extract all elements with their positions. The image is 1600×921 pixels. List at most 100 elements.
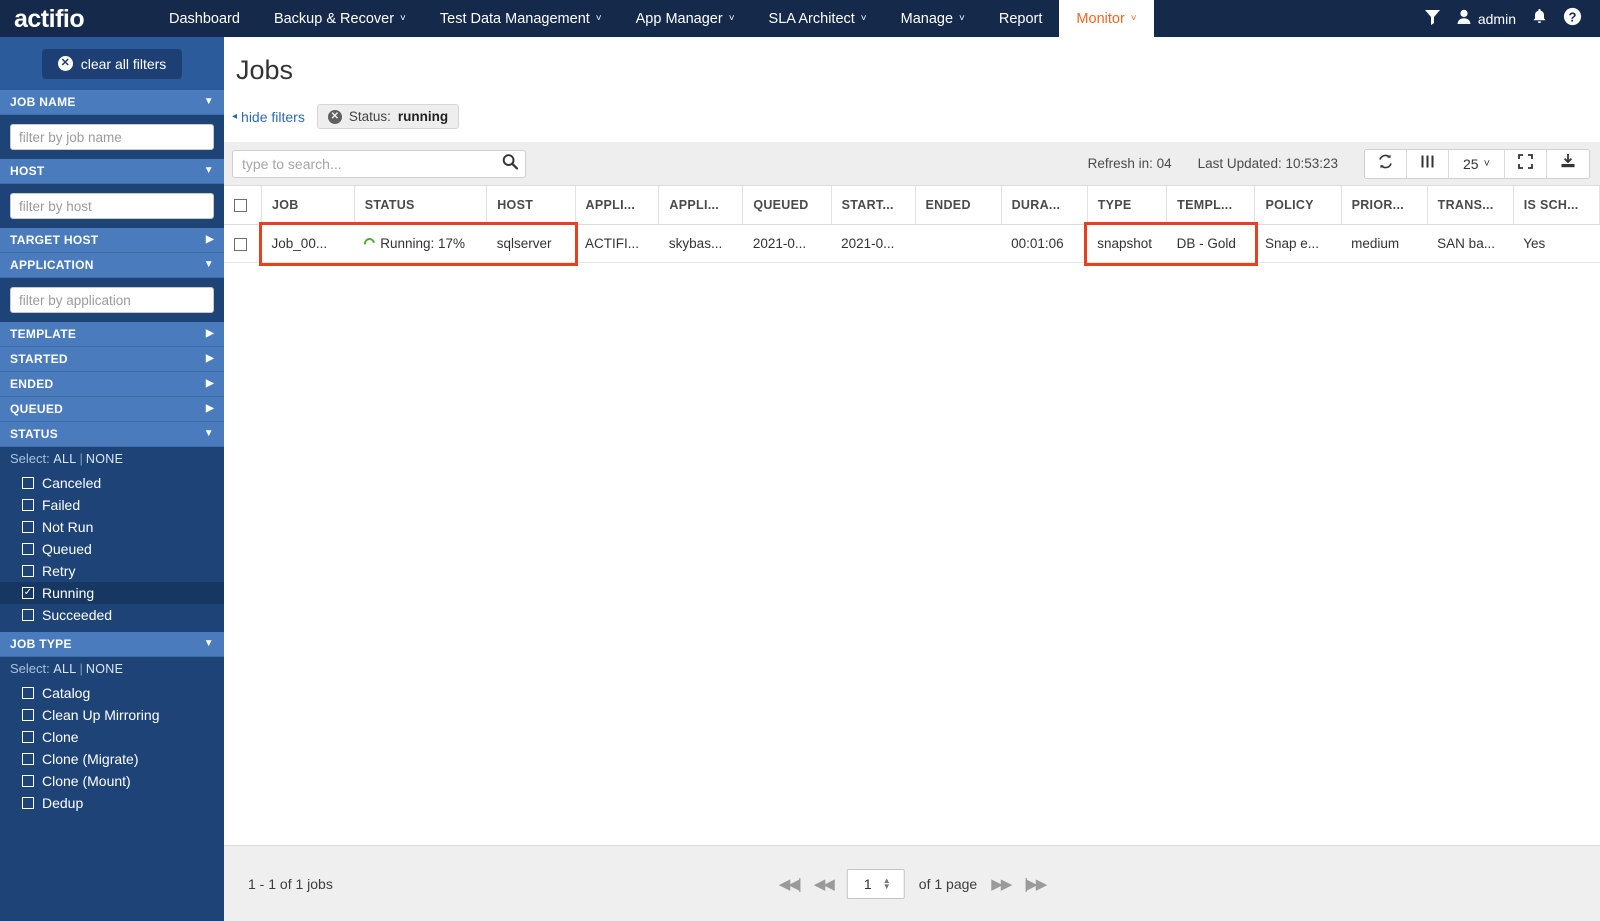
nav-item-app-manager[interactable]: App Manager ˅ — [619, 0, 752, 37]
column-header-type[interactable]: TYPE — [1087, 186, 1168, 226]
filter-option-running[interactable]: ✓ Running — [0, 582, 224, 604]
column-header-policy[interactable]: POLICY — [1254, 186, 1342, 226]
filter-input-job-name[interactable] — [10, 124, 214, 150]
sidebar-section-job-name[interactable]: JOB NAME ▼ — [0, 90, 224, 115]
checkbox[interactable]: ✓ — [22, 587, 34, 599]
filter-option-queued[interactable]: Queued — [0, 538, 224, 560]
nav-item-manage[interactable]: Manage ˅ — [884, 0, 982, 37]
filter-option-dedup[interactable]: Dedup — [0, 792, 224, 814]
stepper-down-icon[interactable]: ▼ — [883, 882, 891, 890]
filter-option-retry[interactable]: Retry — [0, 560, 224, 582]
column-header-is-sch[interactable]: IS SCH... — [1513, 186, 1600, 226]
column-header-start[interactable]: START... — [831, 186, 916, 226]
sidebar-section-status[interactable]: STATUS ▼ — [0, 422, 224, 447]
bell-icon[interactable] — [1532, 8, 1547, 30]
sidebar-section-host[interactable]: HOST ▼ — [0, 159, 224, 184]
hide-filters-toggle[interactable]: ◂ hide filters — [232, 109, 305, 125]
columns-button[interactable] — [1407, 149, 1449, 178]
checkbox[interactable] — [22, 521, 34, 533]
filter-option-catalog[interactable]: Catalog — [0, 682, 224, 704]
nav-item-test-data-management[interactable]: Test Data Management ˅ — [423, 0, 619, 37]
nav-item-monitor[interactable]: Monitor ˅ — [1059, 0, 1154, 37]
filter-option-succeeded[interactable]: Succeeded — [0, 604, 224, 626]
select-all-link[interactable]: ALL — [53, 662, 76, 676]
download-button[interactable] — [1547, 149, 1589, 178]
checkbox[interactable] — [22, 687, 34, 699]
column-header-appli[interactable]: APPLI... — [658, 186, 744, 226]
search-input[interactable] — [232, 149, 526, 178]
fullscreen-button[interactable] — [1505, 149, 1547, 178]
sidebar-section-application[interactable]: APPLICATION ▼ — [0, 253, 224, 278]
checkbox[interactable] — [22, 797, 34, 809]
nav-item-sla-architect[interactable]: SLA Architect ˅ — [752, 0, 884, 37]
checkbox[interactable] — [22, 609, 34, 621]
column-header-dura[interactable]: DURA... — [1001, 186, 1088, 226]
column-header-appli[interactable]: APPLI... — [575, 186, 660, 226]
user-menu[interactable]: admin — [1457, 9, 1516, 28]
column-header-trans[interactable]: TRANS... — [1427, 186, 1514, 226]
filter-input-application[interactable] — [10, 287, 214, 313]
filter-option-clone[interactable]: Clone — [0, 726, 224, 748]
page-size-dropdown[interactable]: 25 ˅ — [1449, 149, 1505, 178]
row-checkbox[interactable] — [234, 238, 247, 252]
caret-right-icon: ▶ — [206, 403, 214, 414]
clear-all-filters-button[interactable]: ✕ clear all filters — [41, 48, 183, 79]
checkbox[interactable] — [22, 565, 34, 577]
column-header-label: QUEUED — [753, 198, 809, 213]
column-header-prior[interactable]: PRIOR... — [1341, 186, 1428, 226]
help-circle-icon[interactable]: ? — [1563, 7, 1582, 31]
checkbox[interactable] — [22, 477, 34, 489]
sidebar-section-started[interactable]: STARTED ▶ — [0, 347, 224, 372]
nav-item-backup-recover[interactable]: Backup & Recover ˅ — [257, 0, 423, 37]
filter-option-not-run[interactable]: Not Run — [0, 516, 224, 538]
first-page-icon[interactable]: ◀◀| — [779, 875, 802, 893]
filter-option-label: Canceled — [42, 475, 102, 491]
checkbox[interactable] — [22, 543, 34, 555]
checkbox[interactable] — [22, 731, 34, 743]
checkbox[interactable] — [22, 499, 34, 511]
page-number-input[interactable] — [852, 874, 883, 893]
filter-input-host[interactable] — [10, 193, 214, 219]
sidebar-section-template[interactable]: TEMPLATE ▶ — [0, 322, 224, 347]
select-all-link[interactable]: ALL — [53, 452, 76, 466]
table-toolbar: Refresh in: 04 Last Updated: 10:53:23 25… — [1088, 148, 1590, 179]
checkbox[interactable] — [22, 753, 34, 765]
filter-option-failed[interactable]: Failed — [0, 494, 224, 516]
column-header-templ[interactable]: TEMPL... — [1166, 186, 1256, 226]
table-row[interactable]: Job_00... Running: 17% sqlserver ACTIFI... s… — [224, 224, 1600, 264]
nav-item-report[interactable]: Report — [982, 0, 1060, 37]
checkbox[interactable] — [22, 775, 34, 787]
column-header-queued[interactable]: QUEUED — [742, 186, 832, 226]
filter-option-clone-mount[interactable]: Clone (Mount) — [0, 770, 224, 792]
filter-funnel-icon[interactable] — [1424, 8, 1441, 30]
search-icon[interactable] — [502, 153, 519, 174]
table-footer: 1 - 1 of 1 jobs ◀◀| ◀◀ ▲ ▼ of 1 page ▶▶ … — [224, 845, 1600, 921]
caret-right-icon: ▶ — [206, 353, 214, 364]
checkbox[interactable] — [22, 709, 34, 721]
refresh-button[interactable] — [1365, 149, 1407, 178]
prev-page-icon[interactable]: ◀◀ — [814, 875, 835, 893]
filter-option-clean-up-mirroring[interactable]: Clean Up Mirroring — [0, 704, 224, 726]
column-header-status[interactable]: STATUS — [354, 186, 488, 226]
page-size-value: 25 — [1462, 155, 1479, 172]
column-header-job[interactable]: JOB — [261, 186, 355, 226]
column-header-ended[interactable]: ENDED — [915, 186, 1002, 226]
sidebar-section-job-type[interactable]: JOB TYPE ▼ — [0, 632, 224, 657]
nav-item-dashboard[interactable]: Dashboard — [152, 0, 257, 37]
filter-option-canceled[interactable]: Canceled — [0, 472, 224, 494]
next-page-icon[interactable]: ▶▶ — [991, 875, 1012, 893]
actifio-logo[interactable]: actifio — [0, 0, 152, 37]
last-page-icon[interactable]: |▶▶ — [1024, 875, 1047, 893]
select-none-link[interactable]: NONE — [86, 662, 123, 676]
select-none-link[interactable]: NONE — [86, 452, 123, 466]
page-stepper[interactable]: ▲ ▼ — [883, 876, 891, 890]
page-number-field[interactable]: ▲ ▼ — [846, 868, 905, 899]
filter-option-clone-migrate[interactable]: Clone (Migrate) — [0, 748, 224, 770]
column-header-host[interactable]: HOST — [486, 186, 576, 226]
remove-filter-icon[interactable]: ✕ — [327, 109, 342, 124]
sidebar-section-queued[interactable]: QUEUED ▶ — [0, 397, 224, 422]
sidebar-section-target-host[interactable]: TARGET HOST ▶ — [0, 228, 224, 253]
status-filter-chip[interactable]: ✕ Status: running — [316, 104, 460, 129]
sidebar-section-ended[interactable]: ENDED ▶ — [0, 372, 224, 397]
select-all-checkbox[interactable] — [234, 199, 247, 213]
